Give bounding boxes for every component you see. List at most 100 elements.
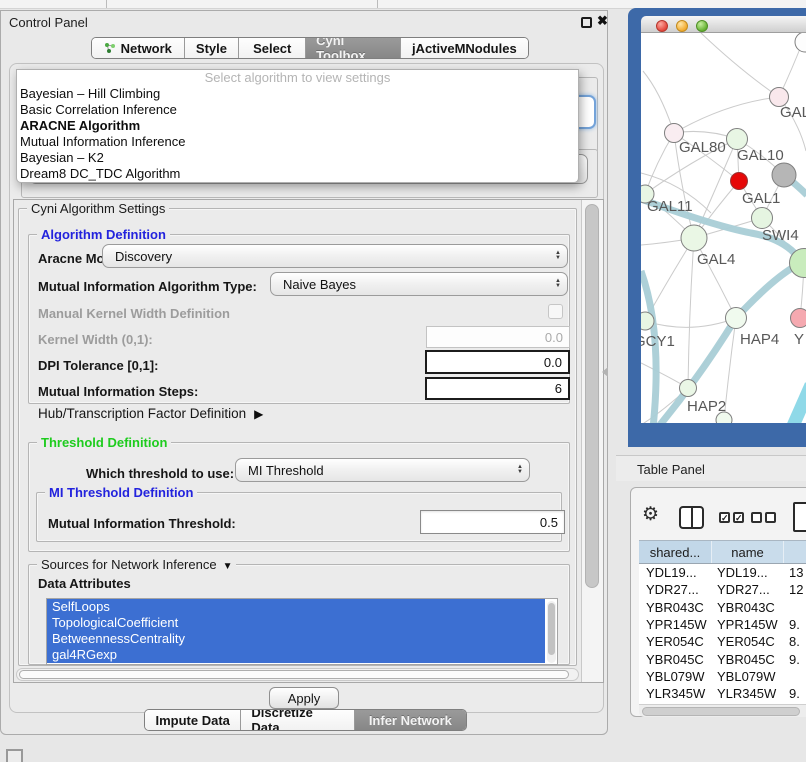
horizontal-scrollbar[interactable]	[16, 668, 579, 681]
apply-button[interactable]: Apply	[269, 687, 339, 709]
table-header-row: shared... name	[639, 540, 806, 564]
network-node[interactable]	[731, 173, 748, 190]
unchecked-checkbox-icon[interactable]	[765, 512, 776, 523]
tab-impute-data[interactable]: Impute Data	[145, 710, 241, 730]
manual-kernel-checkbox[interactable]	[548, 304, 563, 319]
which-threshold-combobox[interactable]: MI Threshold ▲▼	[235, 458, 530, 482]
tab-style[interactable]: Style	[185, 38, 240, 58]
network-node[interactable]	[641, 312, 654, 330]
minimized-panel-button[interactable]	[6, 749, 23, 762]
mi-steps-field[interactable]: 6	[425, 377, 570, 400]
algorithm-option[interactable]: Mutual Information Inference	[17, 134, 578, 150]
data-attributes-list[interactable]: SelfLoopsTopologicalCoefficientBetweenne…	[46, 598, 558, 665]
combobox-value: Discovery	[115, 249, 172, 264]
list-scrollbar[interactable]	[547, 601, 556, 663]
network-edge[interactable]	[674, 97, 779, 133]
table-cell: 9.	[784, 617, 806, 632]
attribute-item[interactable]: BetweennessCentrality	[47, 631, 545, 647]
kernel-width-field[interactable]: 0.0	[426, 326, 570, 348]
table-row[interactable]: YBR045CYBR045C9.	[639, 650, 806, 667]
stepper-icon: ▲▼	[517, 459, 523, 481]
table-row[interactable]: YER054CYER054C8.	[639, 633, 806, 650]
hub-definition-toggle[interactable]: Hub/Transcription Factor Definition▶	[38, 406, 263, 421]
zoom-traffic-light-icon[interactable]	[696, 20, 708, 32]
table-cell: YDR27...	[639, 582, 712, 597]
network-edge[interactable]	[789, 385, 806, 423]
checked-checkbox-icon[interactable]: ✓	[719, 512, 730, 523]
mi-algorithm-type-combobox[interactable]: Naive Bayes ▲▼	[270, 272, 568, 296]
splitter-handle-icon[interactable]	[602, 367, 608, 377]
new-table-icon[interactable]	[793, 502, 806, 532]
table-horizontal-scrollbar-thumb[interactable]	[642, 707, 800, 716]
network-edge[interactable]	[643, 71, 674, 133]
gear-icon[interactable]: ⚙	[642, 505, 659, 524]
network-edge[interactable]	[701, 33, 779, 97]
stepper-icon: ▲▼	[555, 245, 561, 267]
tab-infer-network[interactable]: Infer Network	[355, 710, 466, 730]
algorithm-option[interactable]: Bayesian – K2	[17, 150, 578, 166]
network-node[interactable]	[791, 309, 806, 328]
float-window-icon[interactable]	[581, 17, 592, 28]
table-row[interactable]: YLR345WYLR345W9.	[639, 685, 806, 702]
network-edge[interactable]	[645, 133, 674, 194]
column-header-shared-name[interactable]: shared...	[639, 541, 712, 563]
attribute-item[interactable]: gal4RGexp	[47, 647, 545, 663]
network-edge[interactable]	[688, 238, 694, 388]
tab-jactivemnodules[interactable]: jActiveMNodules	[401, 38, 528, 58]
column-view-icon[interactable]	[679, 506, 704, 529]
group-title: Sources for Network Inference▼	[37, 557, 236, 572]
network-window-titlebar[interactable]	[641, 16, 806, 33]
minimize-traffic-light-icon[interactable]	[676, 20, 688, 32]
network-edge[interactable]	[645, 318, 736, 327]
unchecked-checkbox-icon[interactable]	[751, 512, 762, 523]
network-node[interactable]	[681, 225, 707, 251]
table-horizontal-scrollbar[interactable]	[639, 704, 806, 717]
table-cell: YPR145W	[639, 617, 712, 632]
horizontal-scrollbar-thumb[interactable]	[19, 670, 569, 679]
tab-discretize-data[interactable]: Discretize Data	[241, 710, 354, 730]
close-icon[interactable]: ✖	[597, 13, 608, 29]
network-edge[interactable]	[694, 238, 736, 318]
network-canvas[interactable]: GALGAL80GAL10GAL1GAL11SWI4GAL4GCY1HAP4YH…	[641, 33, 806, 423]
tab-network[interactable]: Network	[92, 38, 185, 58]
node-label: GAL10	[737, 147, 784, 164]
dpi-tolerance-field[interactable]: 0.0	[425, 350, 570, 374]
tab-label: Select	[253, 41, 291, 56]
network-node[interactable]	[726, 308, 747, 329]
table-row[interactable]: YDL19...YDL19...13	[639, 564, 806, 581]
vertical-scrollbar[interactable]	[581, 200, 603, 682]
attribute-item[interactable]: SelfLoops	[47, 599, 545, 615]
table-row[interactable]: YPR145WYPR145W9.	[639, 616, 806, 633]
algorithm-option[interactable]: Dream8 DC_TDC Algorithm	[17, 166, 578, 182]
attribute-item[interactable]: TopologicalCoefficient	[47, 615, 545, 631]
toolbar-divider	[106, 0, 107, 8]
hub-definition-label: Hub/Transcription Factor Definition	[38, 406, 246, 421]
tab-cyni-toolbox[interactable]: Cyni Toolbox	[306, 38, 401, 58]
vertical-scrollbar-thumb[interactable]	[585, 204, 599, 588]
table-cell: YLR345W	[639, 686, 712, 701]
column-header-name[interactable]: name	[712, 541, 784, 563]
manual-kernel-label: Manual Kernel Width Definition	[38, 306, 230, 321]
network-node[interactable]	[680, 380, 697, 397]
table-panel-title: Table Panel	[637, 462, 705, 477]
network-node[interactable]	[752, 208, 773, 229]
table-cell: 13	[784, 565, 806, 580]
close-traffic-light-icon[interactable]	[656, 20, 668, 32]
algorithm-option[interactable]: Basic Correlation Inference	[17, 102, 578, 118]
expanded-arrow-icon[interactable]: ▼	[223, 561, 233, 572]
algorithm-option[interactable]: Bayesian – Hill Climbing	[17, 86, 578, 102]
mi-threshold-field[interactable]: 0.5	[420, 510, 565, 534]
table-row[interactable]: YBR043CYBR043C	[639, 599, 806, 616]
table-row[interactable]: YDR27...YDR27...12	[639, 581, 806, 598]
aracne-mode-combobox[interactable]: Discovery ▲▼	[102, 244, 568, 268]
checked-checkbox-icon[interactable]: ✓	[733, 512, 744, 523]
network-graph[interactable]: GALGAL80GAL10GAL1GAL11SWI4GAL4GCY1HAP4YH…	[641, 33, 806, 423]
algorithm-option[interactable]: ARACNE Algorithm	[17, 118, 578, 134]
table-row[interactable]: YBL079WYBL079W	[639, 668, 806, 685]
list-scrollbar-thumb[interactable]	[548, 603, 555, 655]
column-header-clipped[interactable]	[784, 541, 806, 563]
tab-select[interactable]: Select	[239, 38, 306, 58]
tab-label: Style	[196, 41, 227, 56]
network-node[interactable]	[772, 163, 796, 187]
network-node[interactable]	[795, 33, 806, 52]
